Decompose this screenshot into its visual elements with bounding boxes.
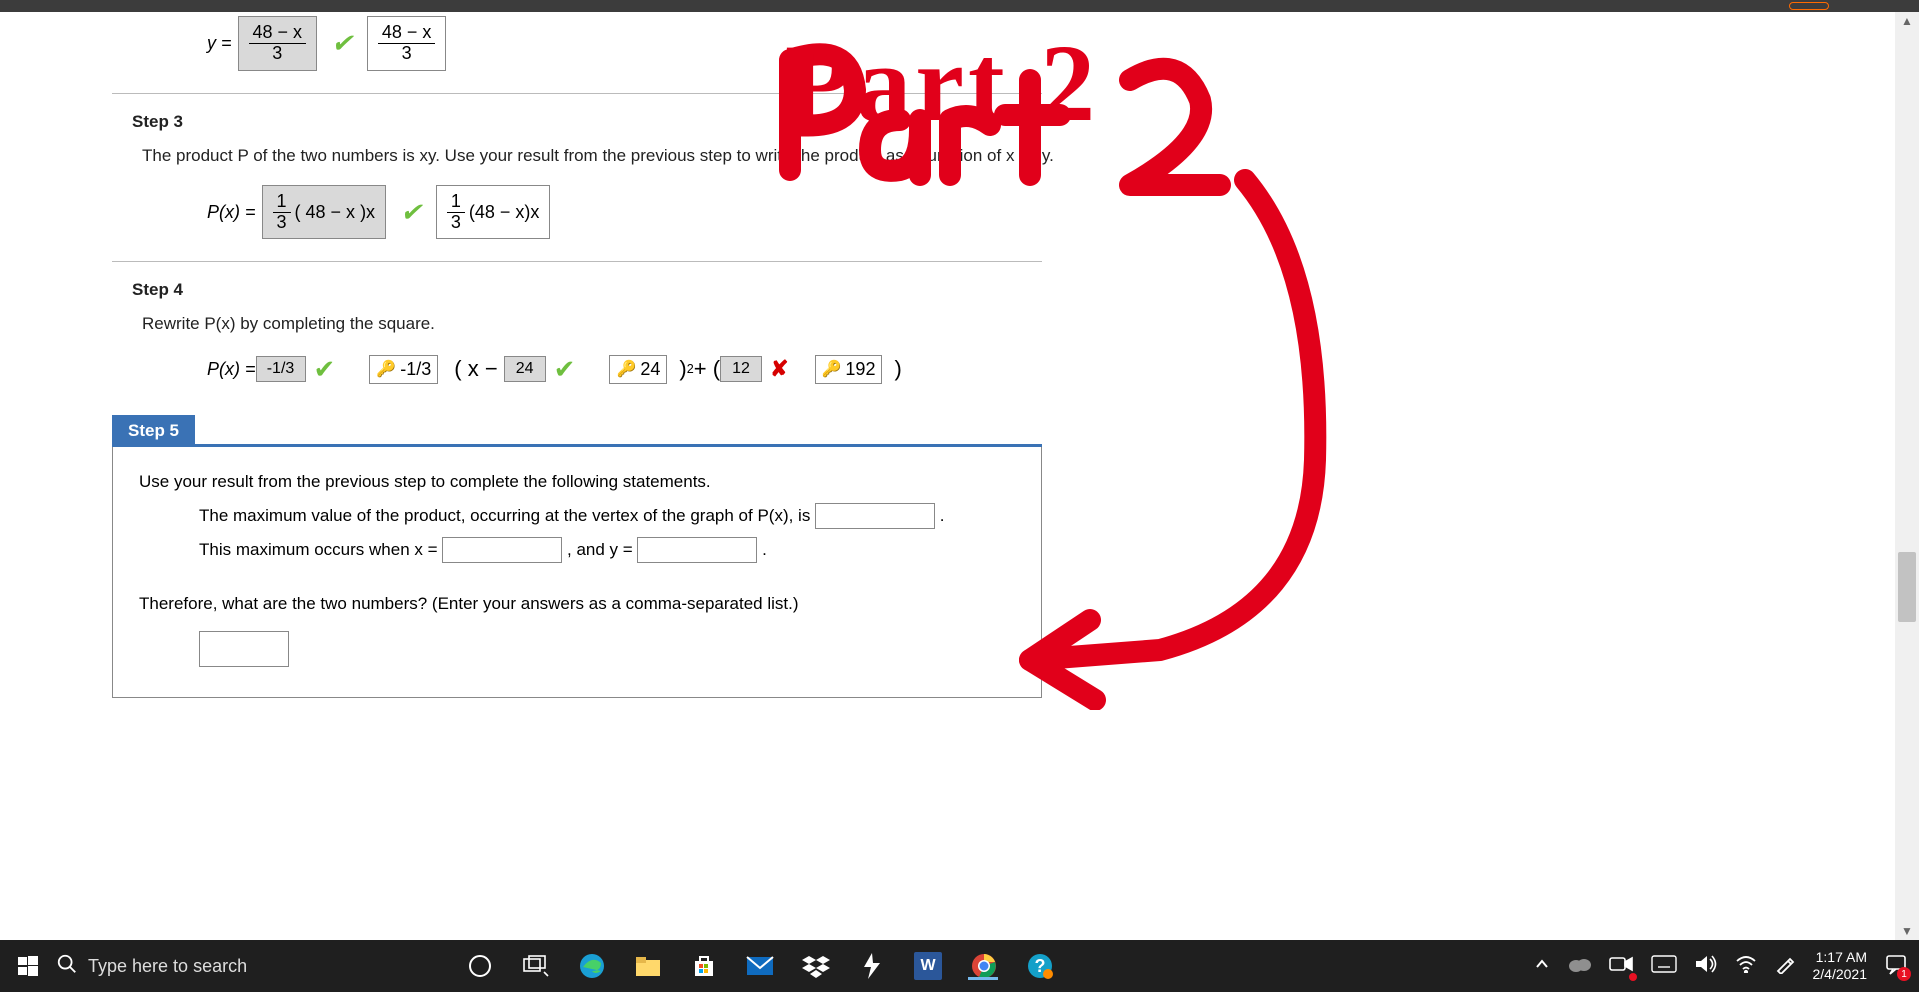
windows-taskbar: Type here to search W ? 1:17 AM 2/4/2021 [0,940,1919,992]
step3-answer-box[interactable]: 1 3 ( 48 − x )x [262,185,387,240]
step3-display-box: 1 3 (48 − x)x [436,185,551,240]
step4-key-c: 🔑 192 [815,355,883,384]
step5-line2b: . [940,506,945,525]
step4-text3: + ( [694,356,720,382]
step4-input-b[interactable] [504,356,546,382]
step5-tab: Step 5 [112,415,195,447]
scrollbar-thumb[interactable] [1898,552,1916,622]
taskbar-tray: 1:17 AM 2/4/2021 1 [1535,949,1919,983]
step4-key-a: 🔑 -1/3 [369,355,438,384]
task-view-icon[interactable] [522,952,550,980]
key-icon: 🔑 [376,359,396,379]
check-icon: ✔ [400,197,422,228]
step5-line3b: , and y = [567,540,637,559]
scroll-down-arrow-icon[interactable]: ▼ [1898,922,1916,940]
mail-icon[interactable] [746,952,774,980]
step5-box: Use your result from the previous step t… [112,447,1042,698]
stylus-icon[interactable] [1775,954,1795,978]
help-icon[interactable]: ? [1026,952,1054,980]
vertical-scrollbar[interactable]: ▲ ▼ [1895,12,1919,940]
step4-equation: P(x) = ✔ 🔑 -1/3 ( x − ✔ 🔑 24 ) 2 + ( ✘ [207,354,1895,385]
step4-input-c[interactable] [720,356,762,382]
step4-lhs: P(x) = [207,359,256,380]
edge-icon[interactable] [578,952,606,980]
step3-lhs: P(x) = [207,202,256,223]
onedrive-icon[interactable] [1567,956,1591,976]
step3-title: Step 3 [132,112,1895,132]
step5-input-x[interactable] [442,537,562,563]
step4-key-b: 🔑 24 [609,355,667,384]
file-explorer-icon[interactable] [634,952,662,980]
step5-input-y[interactable] [637,537,757,563]
divider [112,93,1042,94]
taskbar-time: 1:17 AM [1813,949,1868,966]
step5-input-max[interactable] [815,503,935,529]
keyboard-icon[interactable] [1651,955,1677,977]
browser-chrome-top [0,0,1919,12]
step5-line3c: . [762,540,767,559]
taskbar-clock[interactable]: 1:17 AM 2/4/2021 [1813,949,1868,983]
step3-equation: P(x) = 1 3 ( 48 − x )x ✔ 1 3 (48 − x)x [207,185,1895,240]
key-icon: 🔑 [822,359,842,379]
action-center-icon[interactable]: 1 [1885,953,1907,979]
divider [112,261,1042,262]
page-content: y = 48 − x 3 ✔ 48 − x 3 Step 3 The produ… [0,12,1895,940]
step4-text1: ( x − [454,356,497,382]
browser-button-outline [1789,2,1829,10]
windows-icon [18,956,38,976]
step3-answer-rest: ( 48 − x )x [295,202,376,223]
step3-answer-frac: 1 3 [273,192,291,233]
cross-icon: ✘ [770,356,788,382]
check-icon: ✔ [314,354,336,385]
step5-rule [195,415,1042,447]
taskbar-search[interactable]: Type here to search [56,953,436,980]
meet-now-icon[interactable] [1609,955,1633,977]
step2-answer-box[interactable]: 48 − x 3 [238,16,318,71]
step5-line2a: The maximum value of the product, occurr… [199,506,815,525]
step3-display-frac: 1 3 [447,192,465,233]
notification-badge: 1 [1897,967,1911,981]
taskbar-date: 2/4/2021 [1813,966,1868,983]
step2-lhs: y = [207,33,232,54]
check-icon: ✔ [554,354,576,385]
step4-input-a[interactable] [256,356,306,382]
step5-input-answers[interactable] [199,631,289,667]
dropbox-icon[interactable] [802,952,830,980]
step5-line1: Use your result from the previous step t… [139,465,1015,499]
step4-text: Rewrite P(x) by completing the square. [142,310,1062,337]
cortana-icon[interactable] [466,952,494,980]
volume-icon[interactable] [1695,954,1717,978]
check-icon: ✔ [331,28,353,59]
step4-exponent: 2 [687,362,694,376]
step2-answer-fraction: 48 − x 3 [249,23,307,64]
step4-title: Step 4 [132,280,1895,300]
app-icon-lightning[interactable] [858,952,886,980]
key-icon: 🔑 [616,359,636,379]
microsoft-store-icon[interactable] [690,952,718,980]
step2-equation: y = 48 − x 3 ✔ 48 − x 3 [207,16,1895,71]
search-icon [56,953,78,980]
step3-display-rest: (48 − x)x [469,202,540,223]
step5-line3a: This maximum occurs when x = [199,540,442,559]
search-placeholder: Type here to search [88,956,247,977]
wifi-icon[interactable] [1735,955,1757,977]
step5-line4: Therefore, what are the two numbers? (En… [139,587,1015,621]
taskbar-app-icons: W ? [466,952,1054,980]
step2-display-fraction: 48 − x 3 [378,23,436,64]
step4-text2: ) [679,356,686,382]
step4-text4: ) [894,356,901,382]
start-button[interactable] [0,956,56,976]
chrome-icon[interactable] [970,952,998,980]
tray-chevron-up-icon[interactable] [1535,957,1549,975]
scroll-up-arrow-icon[interactable]: ▲ [1898,12,1916,30]
step2-display-box: 48 − x 3 [367,16,447,71]
step5-header: Step 5 [112,415,1042,447]
word-icon[interactable]: W [914,952,942,980]
step3-text: The product P of the two numbers is xy. … [142,142,1062,169]
